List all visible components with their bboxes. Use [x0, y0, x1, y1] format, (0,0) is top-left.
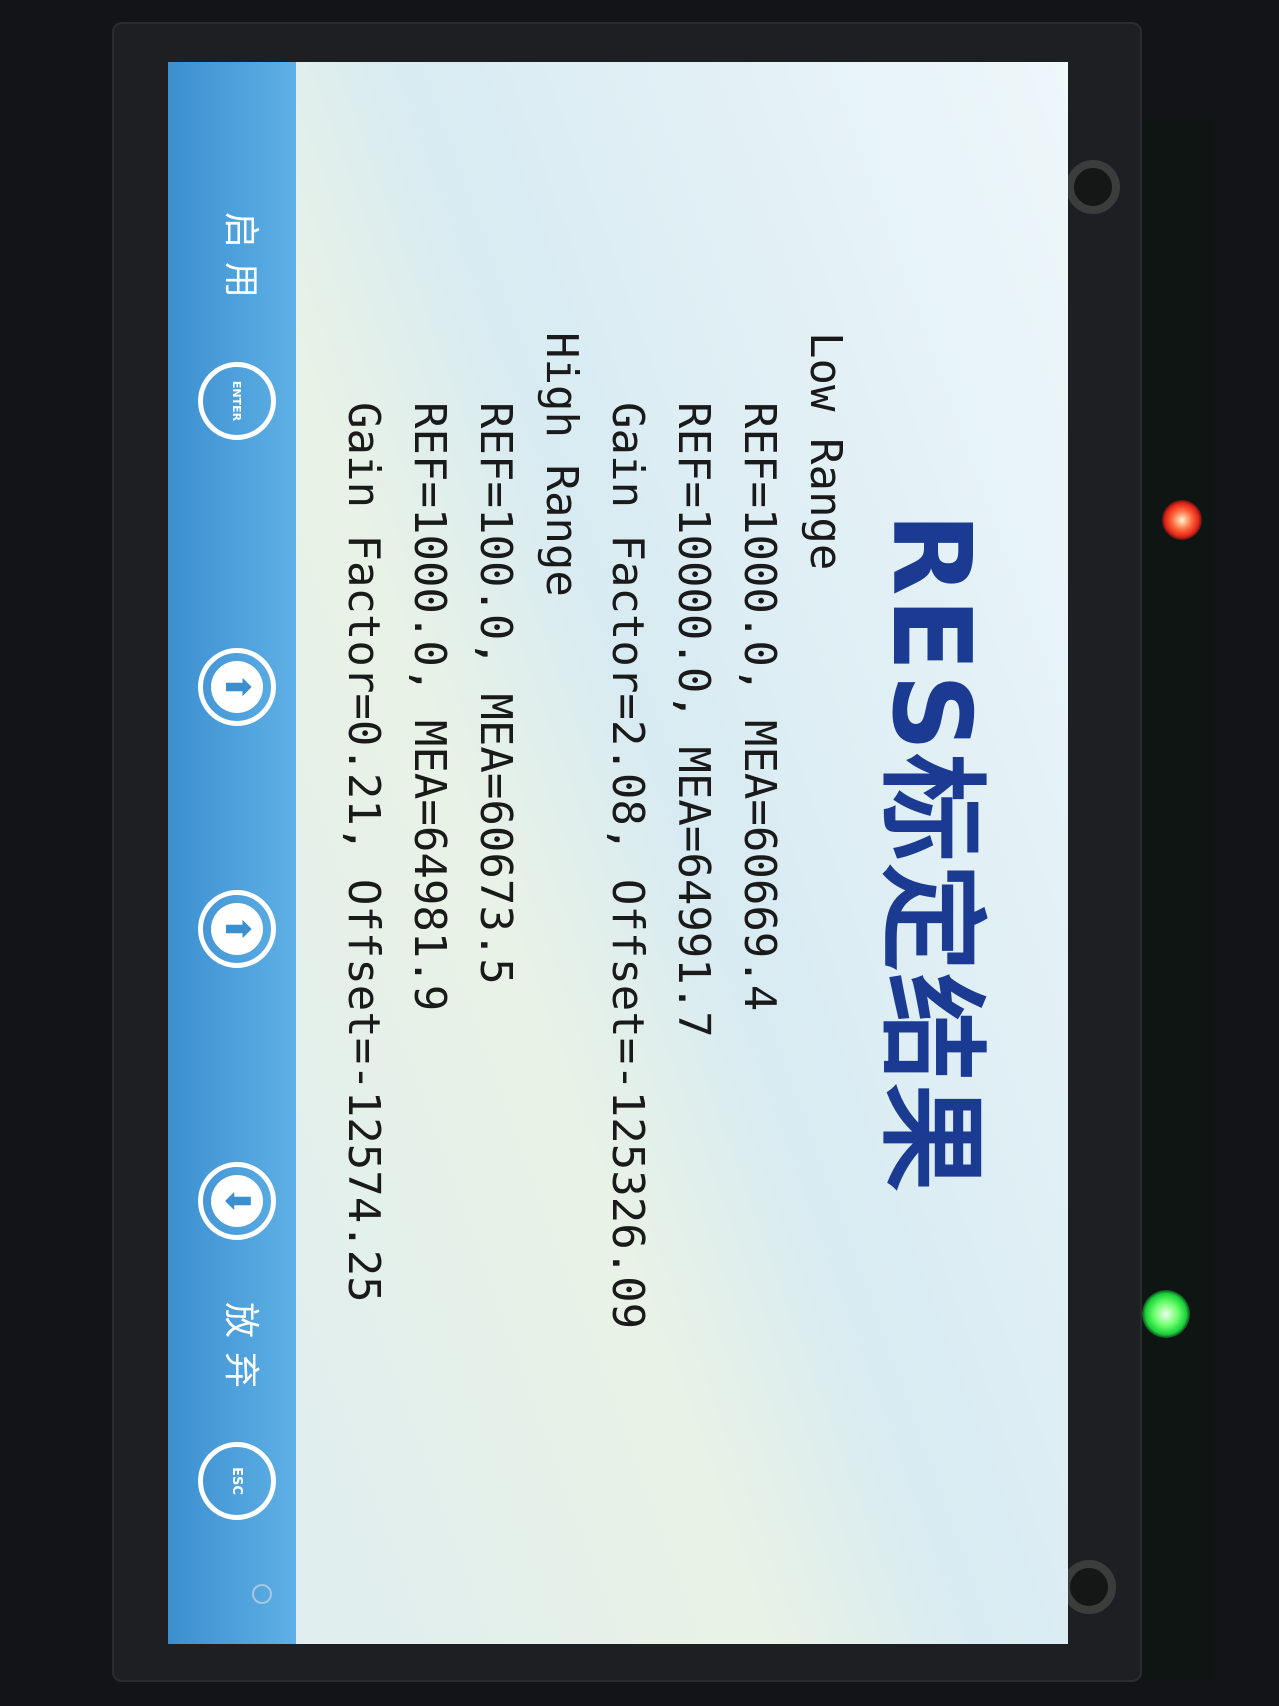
- high-range-gain-offset: Gain Factor=0.21, Offset=-12574.25: [338, 402, 389, 1303]
- esc-icon-text: ESC: [229, 1467, 245, 1495]
- enter-icon[interactable]: ENTER: [198, 362, 276, 440]
- enable-button[interactable]: 启用: [218, 212, 270, 312]
- low-range-ref1: REF=1000.0, MEA=60669.4: [734, 402, 785, 1012]
- lcd-screen: RES标定结果 Low Range REF=1000.0, MEA=60669.…: [168, 62, 1068, 1644]
- corner-indicator-icon: [252, 1584, 272, 1604]
- up-arrow-button-2[interactable]: ⬆: [198, 648, 276, 726]
- down-arrow-button[interactable]: ⬇: [198, 1162, 276, 1240]
- red-led-indicator: [1162, 500, 1202, 540]
- low-range-ref2: REF=10000.0, MEA=64991.7: [668, 402, 719, 1038]
- high-range-ref2: REF=1000.0, MEA=64981.9: [404, 402, 455, 1012]
- results-panel: Low Range REF=1000.0, MEA=60669.4 REF=10…: [330, 332, 858, 1329]
- esc-icon[interactable]: ESC: [198, 1442, 276, 1520]
- up-arrow-icon-2: ⬆: [211, 661, 263, 713]
- bottom-toolbar: ESC 放弃 ⬇ ⬆ ⬆ ENTER 启用: [168, 62, 296, 1644]
- page-title: RES标定结果: [868, 512, 993, 1194]
- corner-box: [168, 1524, 296, 1644]
- high-range-ref1: REF=100.0, MEA=60673.5: [470, 402, 521, 985]
- discard-button[interactable]: 放弃: [218, 1302, 270, 1402]
- low-range-gain-offset: Gain Factor=2.08, Offset=-125326.09: [602, 402, 653, 1330]
- high-range-heading: High Range: [536, 332, 587, 597]
- enter-icon-text: ENTER: [230, 380, 244, 422]
- screw-bottom: [1062, 1560, 1116, 1614]
- screw-top: [1066, 160, 1120, 214]
- down-arrow-icon: ⬇: [211, 1175, 263, 1227]
- calibration-result-page: RES标定结果 Low Range REF=1000.0, MEA=60669.…: [168, 62, 1068, 1644]
- device-board: [1142, 120, 1212, 1680]
- low-range-heading: Low Range: [800, 332, 851, 571]
- green-led-indicator: [1142, 1290, 1190, 1338]
- up-arrow-icon: ⬆: [211, 903, 263, 955]
- up-arrow-button[interactable]: ⬆: [198, 890, 276, 968]
